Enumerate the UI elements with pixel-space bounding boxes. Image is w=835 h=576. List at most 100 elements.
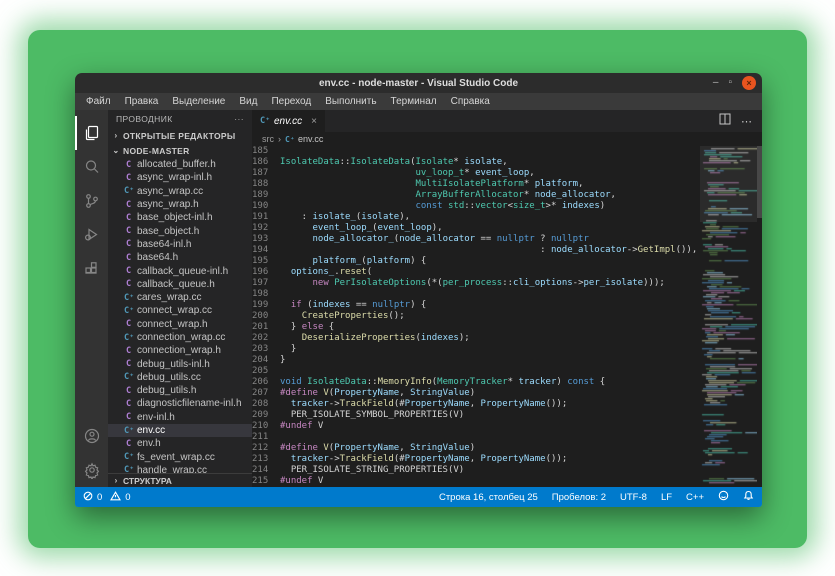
file-item-async_wrap-inl.h[interactable]: Casync_wrap-inl.h bbox=[108, 171, 252, 184]
status-language[interactable]: C++ bbox=[686, 492, 704, 503]
code-line[interactable]: 200 CreateProperties(); bbox=[252, 311, 700, 322]
feedback-icon[interactable] bbox=[718, 490, 729, 504]
file-item-debug_utils-inl.h[interactable]: Cdebug_utils-inl.h bbox=[108, 357, 252, 370]
file-item-connect_wrap.cc[interactable]: C⁺connect_wrap.cc bbox=[108, 304, 252, 317]
code-line[interactable]: 215#undef V bbox=[252, 476, 700, 487]
code-line[interactable]: 214 PER_ISOLATE_STRING_PROPERTIES(V) bbox=[252, 465, 700, 476]
account-icon[interactable] bbox=[75, 419, 108, 453]
more-actions-icon[interactable]: ⋯ bbox=[741, 115, 752, 128]
line-number: 212 bbox=[252, 443, 280, 454]
code-line[interactable]: 196 options_.reset( bbox=[252, 267, 700, 278]
code-line[interactable]: 194 : node_allocator->GetImpl()), bbox=[252, 245, 700, 256]
file-item-allocated_buffer.h[interactable]: Callocated_buffer.h bbox=[108, 158, 252, 171]
code-line[interactable]: 208 tracker->TrackField(#PropertyName, P… bbox=[252, 399, 700, 410]
code-line[interactable]: 198 bbox=[252, 289, 700, 300]
maximize-button[interactable]: ▫ bbox=[728, 78, 732, 88]
code-line[interactable]: 206void IsolateData::MemoryInfo(MemoryTr… bbox=[252, 377, 700, 388]
file-item-connect_wrap.h[interactable]: Cconnect_wrap.h bbox=[108, 318, 252, 331]
code-line[interactable]: 189 ArrayBufferAllocator* node_allocator… bbox=[252, 190, 700, 201]
code-line[interactable]: 212#define V(PropertyName, StringValue) bbox=[252, 443, 700, 454]
extensions-icon[interactable] bbox=[75, 252, 108, 286]
file-item-connection_wrap.h[interactable]: Cconnection_wrap.h bbox=[108, 344, 252, 357]
section-open-editors[interactable]: › ОТКРЫТЫЕ РЕДАКТОРЫ bbox=[108, 128, 252, 143]
code-line[interactable]: 203 } bbox=[252, 344, 700, 355]
code-line[interactable]: 205 bbox=[252, 366, 700, 377]
minimap[interactable] bbox=[700, 146, 757, 487]
menu-item-вид[interactable]: Вид bbox=[232, 96, 264, 107]
minimap-viewport[interactable] bbox=[700, 146, 757, 222]
file-item-cares_wrap.cc[interactable]: C⁺cares_wrap.cc bbox=[108, 291, 252, 304]
status-right: Строка 16, столбец 25 Пробелов: 2 UTF-8 … bbox=[439, 490, 754, 504]
code-line[interactable]: 195 platform_(platform) { bbox=[252, 256, 700, 267]
file-item-env-inl.h[interactable]: Cenv-inl.h bbox=[108, 411, 252, 424]
editor-scrollbar[interactable] bbox=[757, 146, 762, 487]
source-control-icon[interactable] bbox=[75, 184, 108, 218]
menu-item-справка[interactable]: Справка bbox=[444, 96, 497, 107]
code-line[interactable]: 193 node_allocator_(node_allocator == nu… bbox=[252, 234, 700, 245]
status-problems[interactable]: 0 0 bbox=[83, 491, 131, 504]
code-line[interactable]: 202 DeserializeProperties(indexes); bbox=[252, 333, 700, 344]
status-eol[interactable]: LF bbox=[661, 492, 672, 503]
tab-close-icon[interactable]: × bbox=[311, 116, 317, 127]
code-line[interactable]: 210#undef V bbox=[252, 421, 700, 432]
code-line[interactable]: 191 : isolate_(isolate), bbox=[252, 212, 700, 223]
code-line[interactable]: 197 new PerIsolateOptions(*(per_process:… bbox=[252, 278, 700, 289]
file-item-debug_utils.cc[interactable]: C⁺debug_utils.cc bbox=[108, 371, 252, 384]
split-editor-icon[interactable] bbox=[719, 112, 731, 130]
code-line[interactable]: 192 event_loop_(event_loop), bbox=[252, 223, 700, 234]
menu-item-выделение[interactable]: Выделение bbox=[165, 96, 232, 107]
file-item-debug_utils.h[interactable]: Cdebug_utils.h bbox=[108, 384, 252, 397]
code-line[interactable]: 199 if (indexes == nullptr) { bbox=[252, 300, 700, 311]
code-line[interactable]: 190 const std::vector<size_t>* indexes) bbox=[252, 201, 700, 212]
bell-icon[interactable] bbox=[743, 490, 754, 504]
scrollbar-thumb[interactable] bbox=[757, 146, 762, 218]
file-item-diagnosticfilename-inl.h[interactable]: Cdiagnosticfilename-inl.h bbox=[108, 397, 252, 410]
code-line[interactable]: 201 } else { bbox=[252, 322, 700, 333]
file-item-async_wrap.h[interactable]: Casync_wrap.h bbox=[108, 198, 252, 211]
file-item-fs_event_wrap.cc[interactable]: C⁺fs_event_wrap.cc bbox=[108, 451, 252, 464]
code-editor[interactable]: 185186IsolateData::IsolateData(Isolate* … bbox=[252, 146, 700, 487]
file-item-async_wrap.cc[interactable]: C⁺async_wrap.cc bbox=[108, 185, 252, 198]
code-line[interactable]: 187 uv_loop_t* event_loop, bbox=[252, 168, 700, 179]
file-item-base_object-inl.h[interactable]: Cbase_object-inl.h bbox=[108, 211, 252, 224]
menu-item-файл[interactable]: Файл bbox=[79, 96, 118, 107]
tab-env-cc[interactable]: C⁺ env.cc × bbox=[252, 110, 326, 132]
code-line[interactable]: 186IsolateData::IsolateData(Isolate* iso… bbox=[252, 157, 700, 168]
code-line[interactable]: 204} bbox=[252, 355, 700, 366]
code-line[interactable]: 213 tracker->TrackField(#PropertyName, P… bbox=[252, 454, 700, 465]
file-item-env.h[interactable]: Cenv.h bbox=[108, 437, 252, 450]
explorer-more-icon[interactable]: ··· bbox=[234, 114, 244, 124]
menu-item-переход[interactable]: Переход bbox=[264, 96, 318, 107]
run-debug-icon[interactable] bbox=[75, 218, 108, 252]
title-bar[interactable]: env.cc - node-master - Visual Studio Cod… bbox=[75, 73, 762, 93]
breadcrumb[interactable]: src › C⁺ env.cc bbox=[252, 132, 762, 146]
file-item-base64-inl.h[interactable]: Cbase64-inl.h bbox=[108, 238, 252, 251]
settings-icon[interactable] bbox=[75, 453, 108, 487]
breadcrumb-file[interactable]: env.cc bbox=[298, 134, 323, 144]
close-button[interactable]: × bbox=[742, 76, 756, 90]
explorer-icon[interactable] bbox=[75, 116, 108, 150]
file-item-callback_queue.h[interactable]: Ccallback_queue.h bbox=[108, 278, 252, 291]
file-item-base64.h[interactable]: Cbase64.h bbox=[108, 251, 252, 264]
file-item-connection_wrap.cc[interactable]: C⁺connection_wrap.cc bbox=[108, 331, 252, 344]
section-root-folder[interactable]: ⌄ NODE-MASTER bbox=[108, 143, 252, 158]
file-item-env.cc[interactable]: C⁺env.cc bbox=[108, 424, 252, 437]
breadcrumb-folder[interactable]: src bbox=[262, 134, 274, 144]
status-encoding[interactable]: UTF-8 bbox=[620, 492, 647, 503]
section-outline[interactable]: › СТРУКТУРА bbox=[108, 473, 252, 487]
code-line[interactable]: 188 MultiIsolatePlatform* platform, bbox=[252, 179, 700, 190]
code-line[interactable]: 209 PER_ISOLATE_SYMBOL_PROPERTIES(V) bbox=[252, 410, 700, 421]
menu-item-правка[interactable]: Правка bbox=[118, 96, 166, 107]
minimize-button[interactable]: – bbox=[713, 78, 719, 88]
code-line[interactable]: 185 bbox=[252, 146, 700, 157]
menu-item-терминал[interactable]: Терминал bbox=[384, 96, 444, 107]
file-item-callback_queue-inl.h[interactable]: Ccallback_queue-inl.h bbox=[108, 264, 252, 277]
status-indentation[interactable]: Пробелов: 2 bbox=[552, 492, 606, 503]
file-item-base_object.h[interactable]: Cbase_object.h bbox=[108, 224, 252, 237]
status-cursor-position[interactable]: Строка 16, столбец 25 bbox=[439, 492, 538, 503]
code-line[interactable]: 211 bbox=[252, 432, 700, 443]
file-item-handle_wrap.cc[interactable]: C⁺handle_wrap.cc bbox=[108, 464, 252, 473]
search-icon[interactable] bbox=[75, 150, 108, 184]
menu-item-выполнить[interactable]: Выполнить bbox=[318, 96, 383, 107]
code-line[interactable]: 207#define V(PropertyName, StringValue) bbox=[252, 388, 700, 399]
